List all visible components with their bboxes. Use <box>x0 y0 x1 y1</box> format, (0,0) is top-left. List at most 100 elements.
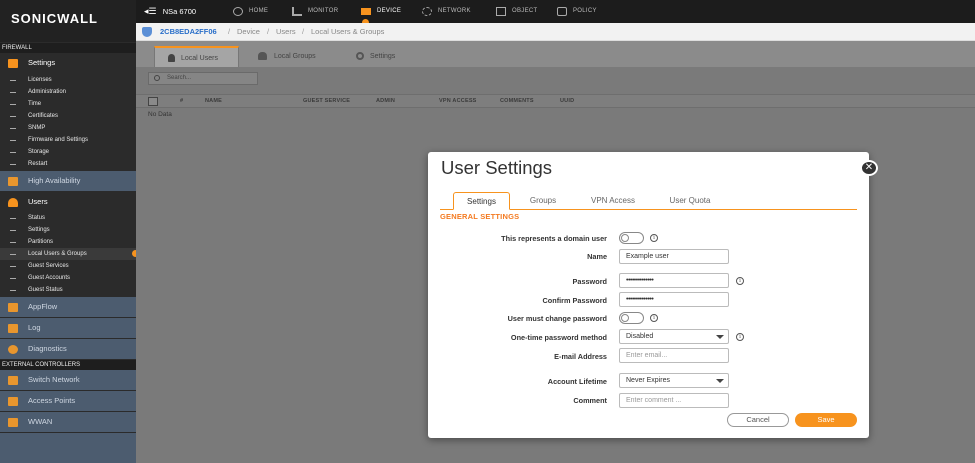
otp-method-select[interactable]: Disabled <box>619 329 729 344</box>
must-change-password-toggle[interactable] <box>619 312 644 324</box>
sidebar-item-certificates[interactable]: Certificates <box>0 110 136 122</box>
col-vpn-access[interactable]: VPN ACCESS <box>439 98 477 104</box>
domain-user-toggle[interactable] <box>619 232 644 244</box>
access-points-icon <box>8 397 18 406</box>
col-name[interactable]: NAME <box>205 98 222 104</box>
comment-field[interactable]: Enter comment ... <box>619 393 729 408</box>
device-serial-link[interactable]: 2CB8EDA2FF06 <box>160 23 217 41</box>
nav-home[interactable]: HOME <box>233 0 278 23</box>
gauge-icon <box>233 7 243 16</box>
sidebar-item-firmware[interactable]: Firmware and Settings <box>0 134 136 146</box>
tab-settings[interactable]: Settings <box>356 46 416 67</box>
account-lifetime-label: Account Lifetime <box>547 377 607 386</box>
cancel-button[interactable]: Cancel <box>727 413 789 427</box>
nav-object[interactable]: OBJECT <box>496 0 546 23</box>
users-icon <box>8 198 18 207</box>
account-lifetime-select[interactable]: Never Expires <box>619 373 729 388</box>
dialog-title: User Settings <box>441 157 553 178</box>
sidebar-group-log[interactable]: Log <box>0 318 136 338</box>
col-guest-service[interactable]: GUEST SERVICE <box>303 98 350 104</box>
appflow-icon <box>8 303 18 312</box>
sidebar-group-access-points[interactable]: Access Points <box>0 391 136 411</box>
device-name: NSa 6700 <box>162 7 197 16</box>
sidebar-group-settings-label: Settings <box>28 58 56 67</box>
nav-monitor[interactable]: MONITOR <box>292 0 347 23</box>
confirm-password-field[interactable]: •••••••••••••• <box>619 292 729 307</box>
sidebar-group-appflow[interactable]: AppFlow <box>0 297 136 317</box>
nav-device[interactable]: DEVICE <box>361 0 406 26</box>
nav-network[interactable]: NETWORK <box>422 0 482 23</box>
info-icon[interactable]: i <box>736 333 744 341</box>
sidebar-group-high-availability[interactable]: High Availability <box>0 171 136 191</box>
user-settings-dialog: User Settings Settings Groups VPN Access… <box>428 152 869 438</box>
name-field[interactable]: Example user <box>619 249 729 264</box>
sidebar-item-users-settings[interactable]: Settings <box>0 224 136 236</box>
search-placeholder: Search... <box>167 75 192 81</box>
sidebar-group-switch-network[interactable]: Switch Network <box>0 370 136 390</box>
info-icon[interactable]: i <box>736 277 744 285</box>
switch-network-icon <box>8 376 18 385</box>
nav-policy[interactable]: POLICY <box>557 0 607 23</box>
domain-user-label: This represents a domain user <box>501 234 607 243</box>
col-admin[interactable]: ADMIN <box>376 98 395 104</box>
hamburger-back-icon: ◂☰ <box>144 6 157 16</box>
sidebar-group-users[interactable]: Users <box>0 192 136 212</box>
logo-text: SONICWALL <box>11 11 98 26</box>
otp-method-label: One-time password method <box>510 333 607 342</box>
log-icon <box>8 324 18 333</box>
users-group-icon <box>258 52 267 60</box>
crumb-device[interactable]: Device <box>237 23 260 41</box>
tab-user-settings[interactable]: Settings <box>453 192 510 210</box>
tab-groups[interactable]: Groups <box>523 192 563 210</box>
sidebar-group-diagnostics[interactable]: Diagnostics <box>0 339 136 359</box>
select-all-checkbox[interactable] <box>148 97 158 106</box>
policy-icon <box>557 7 567 16</box>
sidebar-item-snmp[interactable]: SNMP <box>0 122 136 134</box>
comment-label: Comment <box>573 396 607 405</box>
otp-method-value: Disabled <box>626 333 654 340</box>
sonicwall-logo[interactable]: SONICWALL <box>0 0 136 42</box>
close-icon[interactable]: ✕ <box>860 160 878 176</box>
sidebar-group-settings[interactable]: Settings <box>0 53 136 73</box>
table-header: # NAME GUEST SERVICE ADMIN VPN ACCESS CO… <box>136 94 975 108</box>
name-label: Name <box>587 252 607 261</box>
tab-user-quota[interactable]: User Quota <box>660 192 720 210</box>
sidebar-item-time[interactable]: Time <box>0 98 136 110</box>
wwan-icon <box>8 418 18 427</box>
object-icon <box>496 7 506 16</box>
section-title: GENERAL SETTINGS <box>440 212 520 221</box>
gear-icon <box>356 52 364 60</box>
col-number: # <box>180 98 184 104</box>
user-icon <box>168 54 175 62</box>
sidebar-item-storage[interactable]: Storage <box>0 146 136 158</box>
high-availability-icon <box>8 177 18 186</box>
search-input[interactable]: Search... <box>148 72 258 85</box>
col-uuid[interactable]: UUID <box>560 98 574 104</box>
network-icon <box>422 7 432 16</box>
sidebar-item-guest-accounts[interactable]: Guest Accounts <box>0 272 136 284</box>
email-field[interactable]: Enter email... <box>619 348 729 363</box>
save-button[interactable]: Save <box>795 413 857 427</box>
device-selector[interactable]: ◂☰ NSa 6700 <box>144 4 224 19</box>
password-field[interactable]: •••••••••••••• <box>619 273 729 288</box>
search-icon <box>154 75 160 81</box>
info-icon[interactable]: i <box>650 314 658 322</box>
sidebar-item-guest-services[interactable]: Guest Services <box>0 260 136 272</box>
sidebar-item-partitions[interactable]: Partitions <box>0 236 136 248</box>
sidebar-group-wwan[interactable]: WWAN <box>0 412 136 432</box>
tab-local-groups[interactable]: Local Groups <box>258 46 338 67</box>
sidebar-item-guest-status[interactable]: Guest Status <box>0 284 136 296</box>
sidebar-item-licenses[interactable]: Licenses <box>0 74 136 86</box>
sidebar-item-restart[interactable]: Restart <box>0 158 136 170</box>
sidebar-item-local-users-groups[interactable]: Local Users & Groups <box>0 248 139 260</box>
col-comments[interactable]: COMMENTS <box>500 98 534 104</box>
no-data-text: No Data <box>148 111 172 118</box>
sidebar-item-administration[interactable]: Administration <box>0 86 136 98</box>
chart-icon <box>292 7 302 16</box>
tab-vpn-access[interactable]: VPN Access <box>583 192 643 210</box>
chevron-down-icon <box>716 379 724 383</box>
info-icon[interactable]: i <box>650 234 658 242</box>
crumb-users[interactable]: Users <box>276 23 296 41</box>
tab-local-users[interactable]: Local Users <box>154 46 239 67</box>
sidebar-item-status[interactable]: Status <box>0 212 136 224</box>
